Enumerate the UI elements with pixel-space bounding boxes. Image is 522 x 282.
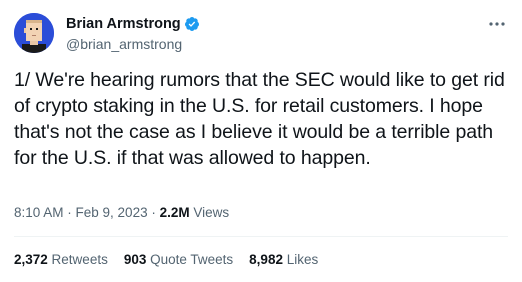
display-name-row: Brian Armstrong bbox=[66, 15, 200, 33]
quote-tweets-label: Quote Tweets bbox=[146, 252, 234, 267]
quote-tweets-count: 903 bbox=[123, 252, 147, 267]
tweet-header: Brian Armstrong @brian_armstrong bbox=[14, 13, 508, 57]
pixel-portrait-icon bbox=[14, 13, 54, 53]
retweets-stat[interactable]: 2,372 Retweets bbox=[14, 252, 108, 267]
meta-separator-2: · bbox=[147, 205, 160, 220]
handle[interactable]: @brian_armstrong bbox=[66, 36, 200, 52]
tweet-date[interactable]: Feb 9, 2023 bbox=[76, 205, 148, 220]
likes-label: Likes bbox=[282, 252, 319, 267]
tweet-stats: 2,372 Retweets 903 Quote Tweets 8,982 Li… bbox=[14, 252, 334, 267]
avatar[interactable] bbox=[14, 13, 54, 53]
retweets-label: Retweets bbox=[47, 252, 108, 267]
likes-stat[interactable]: 8,982 Likes bbox=[249, 252, 318, 267]
views-count: 2.2M bbox=[159, 205, 190, 220]
author-names: Brian Armstrong @brian_armstrong bbox=[66, 15, 200, 52]
verified-badge-icon bbox=[184, 16, 200, 32]
views-label: Views bbox=[189, 205, 230, 220]
divider bbox=[14, 236, 508, 237]
more-options-icon[interactable] bbox=[488, 15, 506, 33]
tweet-text: 1/ We're hearing rumors that the SEC wou… bbox=[14, 69, 505, 169]
quote-tweets-stat[interactable]: 903 Quote Tweets bbox=[124, 252, 233, 267]
tweet-meta: 8:10 AM · Feb 9, 2023 · 2.2M Views bbox=[14, 205, 229, 220]
retweets-count: 2,372 bbox=[14, 252, 48, 267]
tweet-card: Brian Armstrong @brian_armstrong 1/ We'r… bbox=[0, 0, 522, 282]
display-name[interactable]: Brian Armstrong bbox=[66, 16, 181, 32]
meta-separator: · bbox=[63, 205, 76, 220]
tweet-time[interactable]: 8:10 AM bbox=[14, 205, 64, 220]
likes-count: 8,982 bbox=[249, 252, 283, 267]
